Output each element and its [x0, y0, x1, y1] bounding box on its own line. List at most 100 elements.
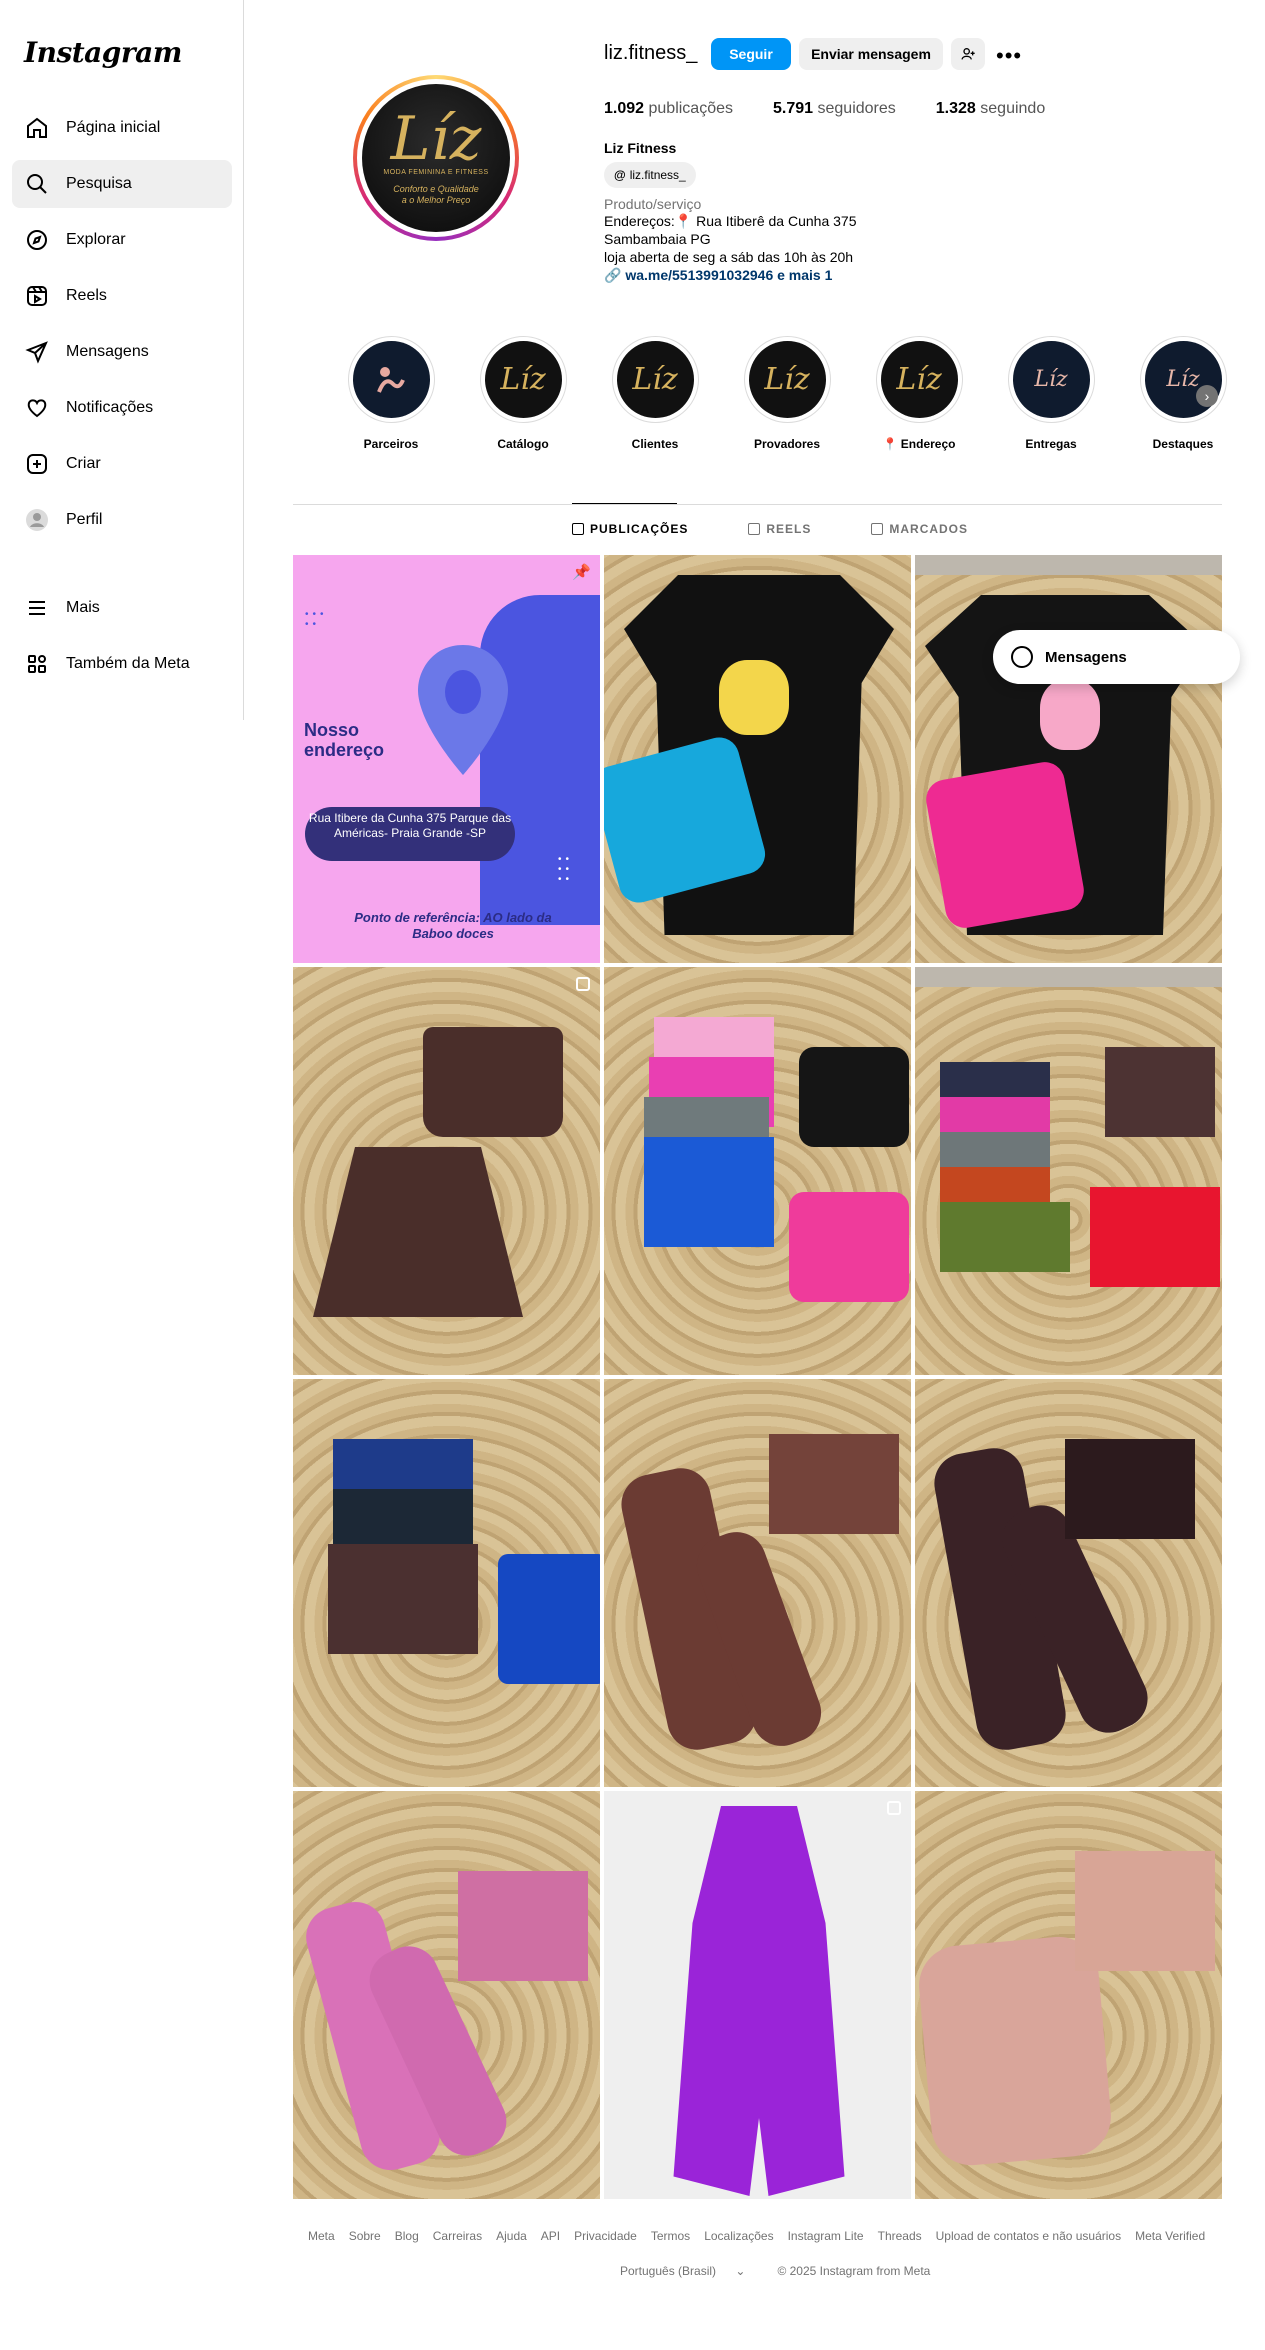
footer-link[interactable]: Privacidade — [574, 2229, 637, 2243]
highlight-item[interactable]: Líz Destaques — [1117, 336, 1249, 451]
reels-icon — [24, 283, 50, 309]
threads-icon: @ — [614, 168, 626, 182]
royal-blue-top — [498, 1554, 600, 1684]
highlight-item[interactable]: Parceiros — [325, 336, 457, 451]
sidebar-item-search[interactable]: Pesquisa — [12, 160, 232, 208]
threads-badge[interactable]: @ liz.fitness_ — [604, 162, 696, 188]
sidebar-item-profile[interactable]: Perfil — [12, 496, 232, 544]
suggest-accounts-button[interactable] — [951, 38, 985, 70]
sidebar-item-messages[interactable]: Mensagens — [12, 328, 232, 376]
footer-link[interactable]: Localizações — [704, 2229, 773, 2243]
footer-link[interactable]: Blog — [395, 2229, 419, 2243]
sidebar-item-home[interactable]: Página inicial — [12, 104, 232, 152]
tab-tagged[interactable]: MARCADOS — [871, 522, 968, 536]
highlight-cover — [352, 341, 430, 418]
tabs-divider — [293, 504, 1222, 505]
grid-icon — [572, 523, 584, 535]
footer-link[interactable]: Threads — [878, 2229, 922, 2243]
post-title-line: endereço — [304, 740, 385, 760]
followers-stat[interactable]: 5.791 seguidores — [773, 100, 896, 118]
post-thumbnail[interactable] — [604, 1791, 911, 2199]
follow-button[interactable]: Seguir — [711, 38, 791, 70]
profile-link-text: wa.me/5513991032946 e mais 1 — [625, 267, 833, 283]
language-label: Português (Brasil) — [620, 2264, 717, 2278]
sidebar-item-notifications[interactable]: Notificações — [12, 384, 232, 432]
sidebar-item-reels[interactable]: Reels — [12, 272, 232, 320]
following-stat[interactable]: 1.328 seguindo — [936, 100, 1045, 118]
messenger-icon — [1011, 646, 1033, 668]
highlight-ring: Líz — [1007, 336, 1095, 423]
post-title: Nosso endereço — [304, 720, 384, 760]
brown-top — [769, 1434, 899, 1534]
post-thumbnail[interactable] — [293, 967, 600, 1375]
highlight-label: Provadores — [753, 437, 821, 451]
post-thumbnail[interactable] — [604, 967, 911, 1375]
footer-link[interactable]: API — [541, 2229, 560, 2243]
tab-label: REELS — [766, 522, 812, 536]
sidebar-item-label: Página inicial — [66, 119, 161, 136]
followers-count: 5.791 — [773, 100, 814, 117]
location-pin-icon — [418, 645, 508, 775]
highlight-cover: Líz — [880, 341, 958, 418]
tab-active-indicator — [572, 503, 677, 504]
footer-link[interactable]: Meta Verified — [1135, 2229, 1205, 2243]
post-address: Rua Itibere da Cunha 375 Parque das Amér… — [305, 807, 515, 861]
tab-label: MARCADOS — [889, 522, 969, 536]
highlight-item[interactable]: Líz Clientes — [589, 336, 721, 451]
footer-links: Meta Sobre Blog Carreiras Ajuda API Priv… — [308, 2229, 1219, 2243]
avatar-frame: Líz MODA FEMININA E FITNESS Conforto e Q… — [357, 79, 515, 237]
send-message-button[interactable]: Enviar mensagem — [799, 38, 943, 70]
more-options-icon[interactable]: ••• — [996, 43, 1022, 69]
footer-link[interactable]: Ajuda — [496, 2229, 527, 2243]
sidebar-item-more[interactable]: Mais — [12, 584, 232, 632]
profile-avatar-ring[interactable]: Líz MODA FEMININA E FITNESS Conforto e Q… — [353, 75, 519, 241]
footer-link[interactable]: Upload de contatos e não usuários — [936, 2229, 1121, 2243]
avatar-logo-text: Líz — [390, 103, 482, 174]
plus-square-icon — [24, 451, 50, 477]
profile-link[interactable]: 🔗 wa.me/5513991032946 e mais 1 — [604, 267, 832, 284]
posts-stat: 1.092 publicações — [604, 100, 733, 118]
highlight-item[interactable]: Líz Provadores — [721, 336, 853, 451]
home-icon — [24, 115, 50, 141]
cartoon-print — [1040, 680, 1100, 750]
sidebar-item-meta[interactable]: Também da Meta — [12, 640, 232, 688]
sidebar-item-label: Mais — [66, 599, 100, 616]
pinned-icon: 📌 — [572, 564, 591, 581]
post-thumbnail[interactable]: ••• •• •• •• •• Nosso endereço Rua Itibere d… — [293, 555, 600, 963]
post-thumbnail[interactable] — [915, 1791, 1222, 2199]
sidebar-item-label: Mensagens — [66, 343, 149, 360]
followers-label: seguidores — [817, 100, 896, 117]
tab-posts[interactable]: PUBLICAÇÕES — [572, 522, 688, 536]
sidebar-item-create[interactable]: Criar — [12, 440, 232, 488]
highlight-ring: Líz — [1139, 336, 1227, 423]
link-icon: 🔗 — [604, 267, 626, 283]
language-select[interactable]: Português (Brasil) ⌄ — [620, 2264, 761, 2278]
footer-link[interactable]: Meta — [308, 2229, 335, 2243]
sidebar-item-label: Pesquisa — [66, 175, 132, 192]
highlight-item[interactable]: Líz 📍 Endereço — [853, 336, 985, 451]
post-thumbnail[interactable] — [915, 555, 1222, 963]
messages-popup-button[interactable]: Mensagens — [993, 630, 1240, 684]
post-thumbnail[interactable] — [915, 967, 1222, 1375]
tab-reels[interactable]: REELS — [748, 522, 811, 536]
post-thumbnail[interactable] — [915, 1379, 1222, 1787]
post-thumbnail[interactable] — [604, 555, 911, 963]
post-thumbnail[interactable] — [293, 1791, 600, 2199]
highlight-item[interactable]: Líz Entregas — [985, 336, 1117, 451]
sidebar-item-explore[interactable]: Explorar — [12, 216, 232, 264]
footer-link[interactable]: Sobre — [349, 2229, 381, 2243]
footer-link[interactable]: Instagram Lite — [788, 2229, 864, 2243]
post-thumbnail[interactable] — [293, 1379, 600, 1787]
pink-shorts — [923, 758, 1087, 932]
highlight-item[interactable]: Líz Catálogo — [457, 336, 589, 451]
decorative-dots: ••• •• — [305, 609, 328, 630]
black-shorts — [799, 1047, 909, 1147]
footer-link[interactable]: Termos — [651, 2229, 690, 2243]
instagram-logo[interactable]: Instagram — [24, 36, 182, 69]
following-count: 1.328 — [935, 100, 976, 117]
highlights-next-icon[interactable]: › — [1196, 385, 1218, 407]
footer-link[interactable]: Carreiras — [433, 2229, 482, 2243]
profile-bio: Endereços:📍 Rua Itiberê da Cunha 375 Sam… — [604, 212, 856, 266]
tab-label: PUBLICAÇÕES — [590, 522, 689, 536]
post-thumbnail[interactable] — [604, 1379, 911, 1787]
